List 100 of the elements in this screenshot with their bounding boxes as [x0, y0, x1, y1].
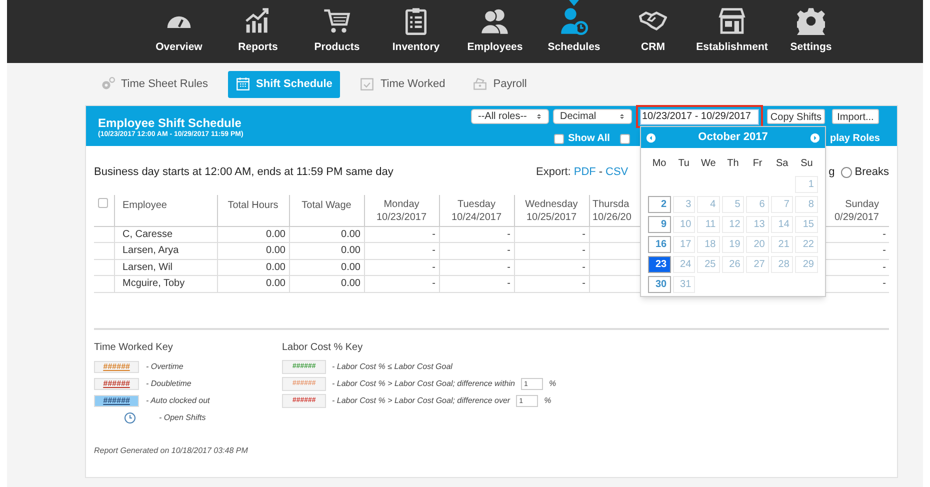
table-cell: - — [364, 259, 439, 276]
storefront-icon — [718, 7, 746, 36]
next-month-button[interactable] — [810, 132, 820, 142]
previous-month-button[interactable] — [646, 132, 656, 142]
column-header: Wednesday — [525, 198, 578, 211]
column-header: Tuesday — [458, 198, 496, 211]
table-cell: - — [439, 259, 514, 276]
weekday-label: Mo — [651, 157, 668, 170]
export-link[interactable]: CSV — [606, 164, 628, 180]
calendar-day[interactable]: 9 — [648, 216, 671, 233]
cash-register-icon — [473, 77, 488, 91]
key-label: - Overtime — [146, 361, 184, 373]
radio-option[interactable]: Breaks — [840, 164, 889, 180]
table-cell: 0.00 — [217, 226, 289, 242]
calendar-day[interactable]: 16 — [648, 236, 671, 253]
table-cell: 0.00 — [289, 259, 364, 276]
key-label: - Auto clocked out — [146, 395, 210, 407]
key-title: Labor Cost % Key — [282, 340, 364, 354]
calendar-day[interactable]: 22 — [795, 236, 818, 253]
weekday-label: Sa — [775, 157, 790, 170]
caret-icon — [619, 112, 625, 121]
column-header: 10/23/2017 — [376, 211, 427, 224]
dropdown[interactable]: Decimal — [553, 109, 632, 124]
calendar-day[interactable]: 12 — [722, 216, 744, 233]
clock-icon — [124, 412, 136, 424]
calendar-day[interactable]: 7 — [770, 196, 794, 213]
export-label: Export: — [536, 164, 571, 180]
calendar-day[interactable]: 14 — [770, 216, 794, 233]
nav-item[interactable]: Settings — [772, 0, 850, 63]
tab[interactable]: Time Sheet Rules — [93, 70, 216, 98]
tab[interactable]: Time Worked — [352, 70, 454, 98]
people-icon — [481, 7, 509, 36]
column-header: Total Wage — [289, 195, 364, 226]
separator-text: - — [598, 164, 603, 180]
key-label: - Labor Cost % ≤ Labor Cost Goal — [332, 361, 452, 373]
table-cell: - — [514, 259, 589, 276]
nav-item[interactable]: Overview — [140, 0, 218, 63]
table-cell: - — [364, 226, 439, 242]
calendar-day[interactable]: 19 — [722, 236, 744, 253]
weekday-label: Fr — [752, 157, 764, 170]
nav-item[interactable]: Inventory — [376, 0, 456, 63]
calendar-day[interactable]: 21 — [770, 236, 794, 253]
checkbox[interactable] — [554, 134, 564, 144]
export-link[interactable]: PDF — [574, 164, 596, 180]
calendar-day[interactable]: 6 — [746, 196, 769, 213]
employee-name: Larsen, Arya — [114, 242, 217, 259]
key-label: - Labor Cost % > Labor Cost Goal; difference over — [332, 395, 510, 407]
nav-item[interactable]: Reports — [218, 0, 298, 63]
employee-name: Mcguire, Toby — [114, 276, 217, 292]
checked-calendar-icon — [360, 77, 374, 91]
calendar-day[interactable]: 26 — [722, 256, 744, 273]
calendar-day[interactable]: 13 — [746, 216, 769, 233]
calendar-day[interactable]: 1 — [795, 176, 818, 193]
calendar-day[interactable]: 17 — [672, 236, 696, 253]
action-button[interactable]: Import... — [832, 109, 879, 124]
calendar-day[interactable]: 5 — [722, 196, 744, 213]
action-button[interactable]: Copy Shifts — [767, 109, 825, 124]
table-cell: - — [514, 276, 589, 292]
checkbox-label: Show All — [568, 132, 610, 146]
nav-item[interactable]: Establishment — [692, 0, 772, 63]
key-label: - Labor Cost % > Labor Cost Goal; difference within — [332, 378, 515, 390]
table-cell: 0.00 — [217, 242, 289, 259]
nav-item[interactable]: Products — [298, 0, 376, 63]
calendar-day[interactable]: 30 — [648, 276, 671, 293]
calendar-day[interactable]: 20 — [746, 236, 769, 253]
calendar-day[interactable]: 25 — [697, 256, 720, 273]
calendar-day[interactable]: 27 — [746, 256, 769, 273]
tab[interactable]: Shift Schedule — [228, 70, 340, 98]
nav-item[interactable]: CRM — [614, 0, 692, 63]
calendar-day[interactable]: 10 — [672, 216, 696, 233]
calendar-day[interactable]: 8 — [795, 196, 818, 213]
nav-item[interactable]: Employees — [456, 0, 534, 63]
table-cell: - — [364, 242, 439, 259]
key-title: Time Worked Key — [94, 340, 174, 354]
key-swatch: ###### — [94, 378, 139, 390]
column-header: Sunday — [845, 198, 879, 211]
calendar-day[interactable]: 18 — [697, 236, 720, 253]
key-label: - Doubletime — [146, 378, 192, 390]
date-range-field[interactable]: 10/23/2017 - 10/29/2017 — [640, 108, 759, 124]
checkbox[interactable] — [620, 134, 630, 144]
calendar-day[interactable]: 23 — [648, 256, 671, 273]
calendar-day[interactable]: 15 — [795, 216, 818, 233]
business-day-note: Business day starts at 12:00 AM, ends at 11:59 PM same day — [94, 164, 394, 180]
calendar-day[interactable]: 24 — [672, 256, 696, 273]
calendar-day[interactable]: 31 — [672, 276, 696, 293]
column-header: Employee — [114, 195, 217, 226]
nav-item[interactable]: Schedules — [534, 0, 614, 63]
calendar-day[interactable]: 28 — [770, 256, 794, 273]
calendar-day[interactable]: 4 — [697, 196, 720, 213]
table-cell: - — [514, 226, 589, 242]
dropdown[interactable]: --All roles-- — [471, 109, 549, 124]
weekday-label: We — [700, 157, 717, 170]
key-swatch: ###### — [94, 361, 139, 373]
calendar-day[interactable]: 29 — [795, 256, 818, 273]
caret-icon — [536, 112, 542, 121]
calendar-day[interactable]: 2 — [648, 196, 671, 213]
calendar-day[interactable]: 11 — [697, 216, 720, 233]
calendar-day[interactable]: 3 — [672, 196, 696, 213]
checkbox[interactable] — [98, 198, 108, 208]
tab[interactable]: Payroll — [465, 70, 535, 98]
